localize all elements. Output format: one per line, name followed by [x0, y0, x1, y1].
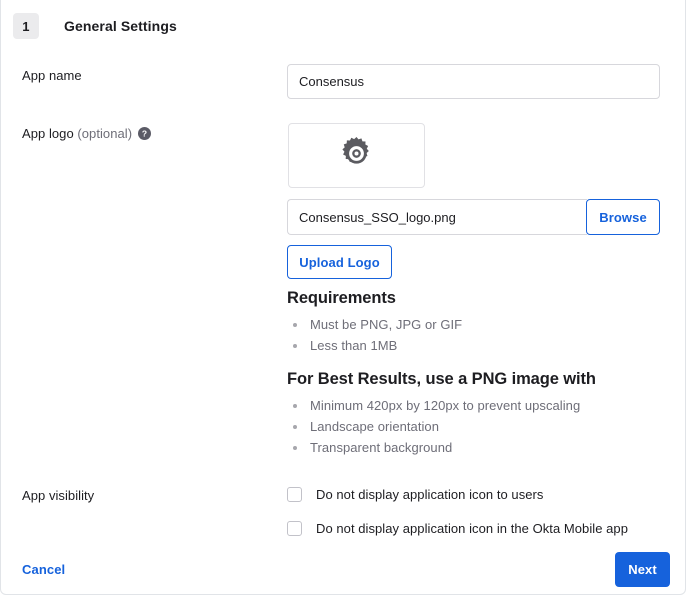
svg-text:?: ?	[142, 129, 147, 139]
app-name-input[interactable]	[287, 64, 660, 99]
general-settings-page: 1 General Settings App name App logo (op…	[0, 0, 688, 605]
app-logo-label: App logo (optional)?	[22, 126, 151, 141]
upload-logo-button[interactable]: Upload Logo	[287, 245, 392, 279]
cancel-button[interactable]: Cancel	[22, 562, 65, 577]
app-visibility-label: App visibility	[22, 488, 94, 503]
visibility-option-mobile[interactable]: Do not display application icon in the O…	[287, 521, 628, 536]
list-item: Must be PNG, JPG or GIF	[287, 315, 667, 335]
checkbox-hide-icon-users[interactable]	[287, 487, 302, 502]
gear-icon	[338, 135, 375, 177]
requirements-list: Must be PNG, JPG or GIF Less than 1MB	[287, 315, 667, 356]
next-button[interactable]: Next	[615, 552, 670, 587]
checkbox-label: Do not display application icon in the O…	[316, 521, 628, 536]
browse-button[interactable]: Browse	[586, 199, 660, 235]
best-results-heading: For Best Results, use a PNG image with	[287, 370, 667, 389]
app-logo-optional-text: (optional)	[74, 126, 132, 141]
app-name-label: App name	[22, 68, 82, 83]
help-circle-icon[interactable]: ?	[138, 127, 151, 140]
checkbox-hide-icon-mobile[interactable]	[287, 521, 302, 536]
app-logo-label-text: App logo	[22, 126, 74, 141]
list-item: Landscape orientation	[287, 417, 667, 437]
logo-file-name-input[interactable]	[287, 199, 587, 235]
page-title: General Settings	[64, 18, 177, 34]
section-header: 1 General Settings	[13, 13, 177, 39]
list-item: Minimum 420px by 120px to prevent upscal…	[287, 396, 667, 416]
app-logo-preview	[288, 123, 425, 188]
requirements-heading: Requirements	[287, 289, 667, 308]
logo-file-row: Browse	[287, 199, 660, 235]
checkbox-label: Do not display application icon to users	[316, 487, 543, 502]
best-results-list: Minimum 420px by 120px to prevent upscal…	[287, 396, 667, 458]
list-item: Less than 1MB	[287, 336, 667, 356]
visibility-option-users[interactable]: Do not display application icon to users	[287, 487, 543, 502]
step-number-badge: 1	[13, 13, 39, 39]
list-item: Transparent background	[287, 438, 667, 458]
requirements-block: Requirements Must be PNG, JPG or GIF Les…	[287, 289, 667, 459]
